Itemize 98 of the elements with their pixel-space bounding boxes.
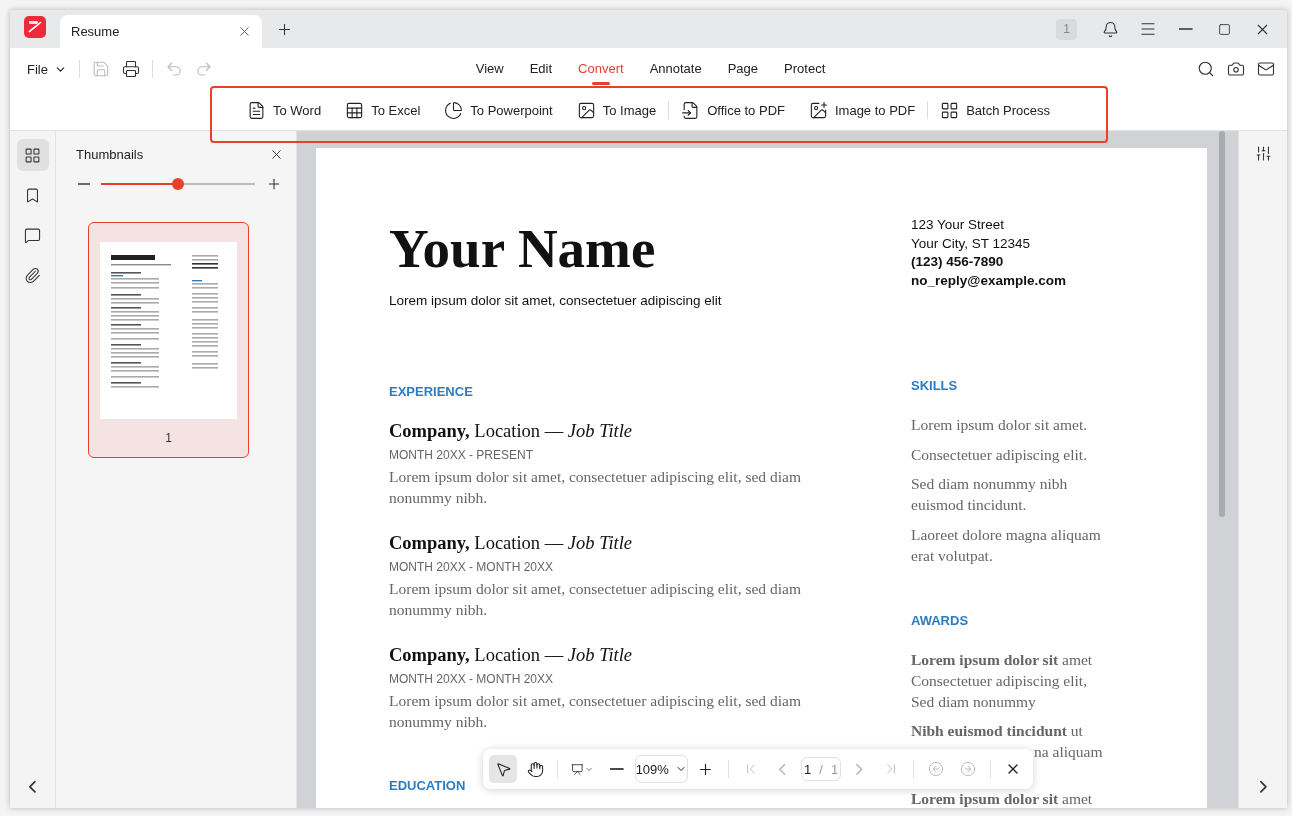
sliders-icon — [1254, 145, 1272, 162]
job-title: Company, Location — Job Title — [389, 421, 634, 442]
job-title: Company, Location — Job Title — [389, 533, 634, 554]
convert-tool-button[interactable]: Office to PDF — [669, 100, 797, 120]
job-dates: MONTH 20XX - MONTH 20XX — [389, 672, 555, 686]
resume-tagline: Lorem ipsum dolor sit amet, consectetuer adipiscing elit — [389, 293, 723, 308]
pointer-icon — [494, 760, 512, 778]
sheet-icon — [345, 100, 365, 120]
close-panel-button[interactable] — [269, 147, 284, 162]
close-icon — [269, 147, 284, 162]
minus-icon — [78, 183, 90, 185]
zoom-dropdown[interactable]: 109% — [634, 755, 688, 783]
section-item: Laoreet dolore magna aliquam erat volutpat. — [911, 524, 1102, 566]
partial-text: na aliquam — [1034, 742, 1104, 762]
select-tool-button[interactable] — [489, 755, 517, 783]
mail-icon — [1257, 60, 1275, 78]
convert-tool-button[interactable]: To Powerpoint — [432, 100, 565, 120]
square-icon — [1217, 22, 1231, 36]
page-number: 1 — [165, 431, 172, 445]
search-button[interactable] — [1197, 60, 1215, 78]
arrow-right-circle-icon — [960, 761, 977, 777]
job-dates: MONTH 20XX - PRESENT — [389, 448, 535, 462]
minus-icon — [609, 768, 624, 770]
convert-tool-button[interactable]: To Excel — [333, 100, 433, 120]
menu-tab[interactable]: Convert — [565, 54, 637, 84]
convert-tool-button[interactable]: To Word — [235, 100, 334, 120]
plus-icon — [276, 21, 293, 38]
redo-icon — [194, 60, 213, 78]
comment-icon — [24, 226, 41, 244]
section-item: Lorem ipsum dolor sit amet. — [911, 415, 1089, 435]
printer-icon — [121, 60, 140, 78]
contact-line: 123 Your Street — [911, 216, 1006, 234]
scrollbar-thumb[interactable] — [1219, 131, 1225, 517]
convert-tool-button[interactable]: Batch Process — [928, 100, 1062, 120]
job-description: Lorem ipsum dolor sit amet, consectetuer adipiscing elit, sed diam nonummy nibh. — [389, 691, 802, 732]
thumbnails-button[interactable] — [16, 139, 49, 171]
menu-tab[interactable]: Protect — [771, 54, 839, 84]
expand-button[interactable] — [1259, 780, 1267, 794]
section-item: Nibh euismod tincidunt ut — [911, 721, 1084, 741]
grid-icon — [940, 100, 960, 120]
job-description: Lorem ipsum dolor sit amet, consectetuer adipiscing elit, sed diam nonummy nibh. — [389, 467, 802, 508]
bookmark-icon — [24, 186, 41, 204]
plus-icon — [266, 176, 282, 192]
section-item: Sed diam nonummy nibh euismod tincidunt. — [911, 474, 1069, 515]
collapse-button[interactable] — [29, 780, 36, 794]
image-plus-icon — [808, 100, 828, 120]
camera-icon — [1227, 60, 1245, 78]
job-title: Company, Location — Job Title — [389, 645, 634, 666]
menu-tab[interactable]: View — [462, 54, 517, 84]
section-heading: EDUCATION — [389, 778, 467, 793]
search-icon — [1197, 60, 1215, 78]
app-logo-icon — [24, 16, 46, 38]
page-thumbnail-drawing[interactable] — [100, 242, 237, 419]
contact-line: (123) 456-7890 — [911, 253, 1005, 271]
chevron-left-icon — [29, 780, 36, 794]
section-heading: SKILLS — [911, 378, 959, 393]
chevron-right-icon — [1259, 780, 1267, 794]
section-heading: EXPERIENCE — [389, 384, 474, 399]
document-icon — [247, 100, 266, 120]
contact-line: Your City, ST 12345 — [911, 234, 1032, 253]
mail-button[interactable] — [1257, 60, 1275, 78]
section-heading: AWARDS — [911, 612, 970, 628]
file-menu[interactable]: File — [26, 61, 67, 77]
close-icon — [237, 24, 252, 39]
chevron-right-icon — [856, 762, 863, 776]
resume-name: Your Name — [389, 220, 657, 278]
new-tab-button[interactable] — [276, 21, 293, 38]
section-item: Consectetuer adipiscing elit. — [911, 444, 1089, 465]
pie-chart-icon — [444, 100, 464, 120]
bell-icon — [1101, 20, 1119, 38]
menu-tab[interactable]: Annotate — [636, 54, 715, 84]
paperclip-icon — [24, 266, 41, 284]
job-dates: MONTH 20XX - MONTH 20XX — [389, 560, 555, 574]
page-thumbnail[interactable]: 1 — [88, 222, 249, 458]
close-tab-button[interactable] — [237, 24, 252, 39]
minus-icon — [1179, 28, 1193, 30]
slider-thumb[interactable] — [172, 178, 184, 190]
camera-button[interactable] — [1227, 60, 1245, 78]
chevron-left-icon — [779, 762, 786, 776]
contact-line: no_reply@example.com — [911, 271, 1067, 290]
print-button[interactable] — [121, 60, 140, 78]
section-item: Lorem ipsum dolor sit amet Consectetuer adipiscing elit, Sed diam nonummy — [911, 649, 1094, 712]
grid-icon — [24, 146, 41, 164]
job-description: Lorem ipsum dolor sit amet, consectetuer adipiscing elit, sed diam nonummy nibh. — [389, 579, 802, 620]
convert-tool-button[interactable]: Image to PDF — [796, 100, 928, 120]
image-icon — [576, 100, 596, 120]
panel-title: Thumbnails — [76, 147, 144, 162]
convert-tool-button[interactable]: To Image — [564, 100, 669, 120]
menu-tab[interactable]: Edit — [516, 54, 566, 84]
section-item: Lorem ipsum dolor sit amet — [911, 790, 1094, 807]
menu-tab[interactable]: Page — [714, 54, 772, 84]
page-field[interactable]: 1 / 1 — [800, 757, 842, 781]
hand-icon — [526, 760, 544, 778]
menu-icon — [1139, 20, 1157, 38]
document-tab[interactable]: Resume — [60, 15, 262, 48]
settings-button[interactable] — [1254, 145, 1272, 162]
arrow-left-circle-icon — [928, 761, 945, 777]
undo-icon — [164, 60, 183, 78]
